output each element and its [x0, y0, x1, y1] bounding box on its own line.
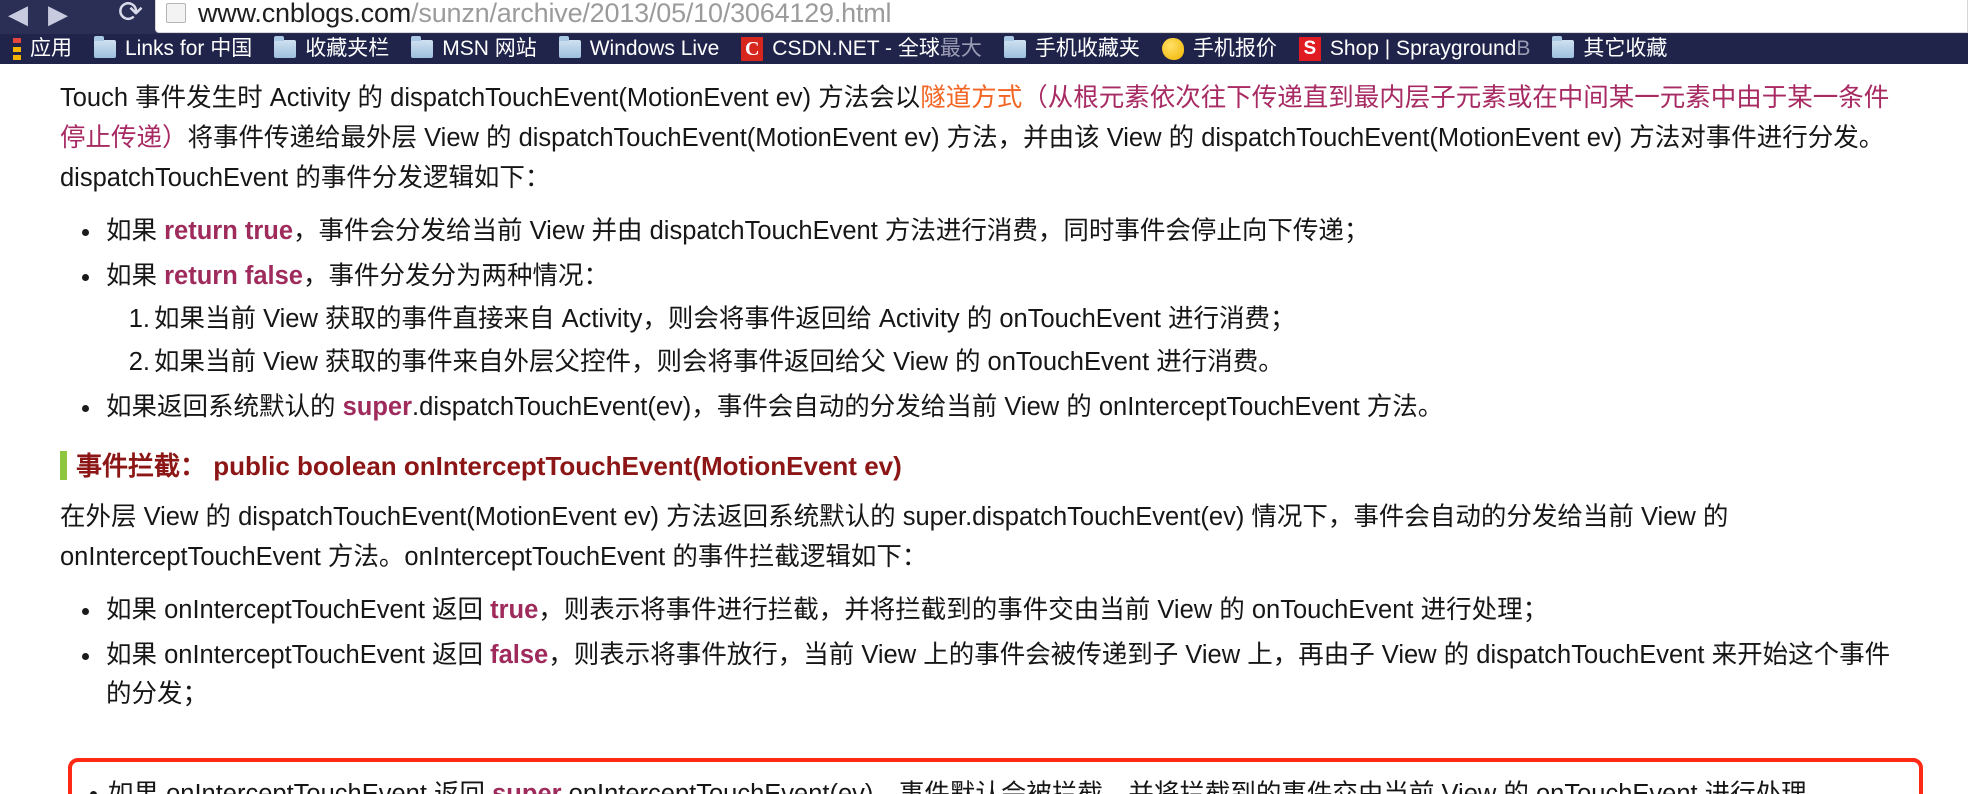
bookmark-other-favorites[interactable]: 其它收藏: [1541, 34, 1678, 64]
bookmark-label: MSN 网站: [442, 37, 537, 60]
bookmark-links-for-china[interactable]: Links for 中国: [83, 34, 263, 64]
bookmark-label-main: CSDN.NET - 全球: [772, 37, 940, 60]
list-item: 如果返回系统默认的 super.dispatchTouchEvent(ev)，事…: [82, 388, 1910, 427]
page-info-icon[interactable]: [166, 3, 186, 23]
li-prefix: 如果返回系统默认的: [106, 393, 343, 421]
para1-segment-1: Touch 事件发生时 Activity 的 dispatchTouchEven…: [60, 84, 921, 112]
folder-icon: [1552, 36, 1575, 58]
li-prefix: 如果: [106, 262, 165, 290]
url-host: www.cnblogs.com: [198, 0, 412, 28]
omnibox-row: ◀ ▶ ⟳ www.cnblogs.com/sunzn/archive/2013…: [0, 0, 1968, 33]
intercept-rules-list: 如果 onInterceptTouchEvent 返回 true，则表示将事件进…: [60, 591, 1910, 714]
hb-prefix: 如果 onInterceptTouchEvent 返回: [108, 780, 493, 794]
li-suffix: ，事件分发分为两种情况：: [302, 262, 609, 290]
shop-icon: S: [1298, 37, 1321, 61]
list-item: 如果 return false，事件分发分为两种情况： 如果当前 View 获取…: [82, 257, 1910, 382]
dispatch-rules-list: 如果 return true，事件会分发给当前 View 并由 dispatch…: [60, 212, 1910, 427]
bookmark-windows-live[interactable]: Windows Live: [548, 34, 731, 64]
bookmark-label: 其它收藏: [1583, 37, 1668, 60]
forward-arrow-icon[interactable]: ▶: [48, 2, 68, 28]
list-item: 如果 return true，事件会分发给当前 View 并由 dispatch…: [82, 212, 1910, 251]
return-false-sublist: 如果当前 View 获取的事件直接来自 Activity，则会将事件返回给 Ac…: [106, 300, 1910, 382]
bookmark-label-dim: B: [1516, 37, 1531, 60]
bookmark-label: Windows Live: [589, 37, 720, 60]
folder-icon: [558, 36, 581, 58]
article-viewport: Touch 事件发生时 Activity 的 dispatchTouchEven…: [0, 64, 1968, 794]
back-arrow-icon[interactable]: ◀: [8, 2, 28, 28]
li-suffix: .dispatchTouchEvent(ev)，事件会自动的分发给当前 View…: [412, 393, 1444, 421]
sohu-icon: [1161, 38, 1184, 60]
li-prefix: 如果 onInterceptTouchEvent 返回: [106, 596, 491, 624]
apps-grid-icon: [13, 38, 21, 60]
bookmark-sprayground[interactable]: S Shop | SpraygroundB: [1288, 34, 1541, 64]
paragraph-intercept-intro: 在外层 View 的 dispatchTouchEvent(MotionEven…: [60, 503, 1729, 571]
address-bar[interactable]: www.cnblogs.com/sunzn/archive/2013/05/10…: [155, 0, 1968, 33]
reload-icon[interactable]: ⟳: [118, 0, 143, 28]
li-prefix: 如果 onInterceptTouchEvent 返回: [106, 641, 491, 669]
bookmark-label-main: Shop | Sprayground: [1329, 37, 1517, 60]
para1-tunnel-keyword: 隧道方式: [920, 84, 1023, 112]
folder-icon: [274, 36, 297, 58]
li-keyword: false: [490, 641, 549, 669]
hb-keyword: super: [492, 780, 562, 794]
list-item: 如果当前 View 获取的事件来自外层父控件，则会将事件返回给父 View 的 …: [120, 343, 1284, 382]
bookmark-label: CSDN.NET - 全球最大: [772, 37, 982, 61]
folder-icon: [1003, 36, 1026, 58]
list-item: 如果当前 View 获取的事件直接来自 Activity，则会将事件返回给 Ac…: [120, 300, 1296, 339]
li-suffix: ，事件会分发给当前 View 并由 dispatchTouchEvent 方法进…: [293, 217, 1370, 245]
bookmark-label-dim: 最大: [939, 37, 982, 60]
bookmark-label: Shop | SpraygroundB: [1330, 37, 1530, 61]
highlighted-list-item: 如果 onInterceptTouchEvent 返回 super.onInte…: [108, 774, 1832, 794]
bookmark-apps[interactable]: 应用: [0, 34, 83, 64]
li-suffix: ，则表示将事件进行拦截，并将拦截到的事件交由当前 View 的 onTouchE…: [538, 596, 1549, 624]
address-bar-url: www.cnblogs.com/sunzn/archive/2013/05/10…: [198, 0, 892, 28]
list-item: 如果 onInterceptTouchEvent 返回 false，则表示将事件…: [82, 636, 1910, 714]
csdn-icon: C: [741, 37, 764, 61]
article-body: Touch 事件发生时 Activity 的 dispatchTouchEven…: [60, 78, 1910, 720]
li-prefix: 如果: [106, 217, 165, 245]
bookmark-csdn[interactable]: C CSDN.NET - 全球最大: [730, 34, 993, 64]
bookmarks-bar: 应用 Links for 中国 收藏夹栏 MSN 网站 Windows Live…: [0, 34, 1968, 64]
bookmark-mobile-favorites[interactable]: 手机收藏夹: [993, 34, 1151, 64]
paragraph-dispatch-intro: Touch 事件发生时 Activity 的 dispatchTouchEven…: [60, 78, 1910, 198]
li-keyword: return false: [164, 262, 303, 290]
bookmark-label: Links for 中国: [125, 37, 253, 60]
folder-icon: [94, 36, 116, 58]
li-keyword: super: [342, 393, 413, 421]
bookmark-label: 手机收藏夹: [1034, 37, 1140, 60]
bookmark-mobile-price[interactable]: 手机报价: [1151, 34, 1288, 64]
li-keyword: return true: [164, 217, 294, 245]
bookmark-label: 手机报价: [1192, 37, 1277, 60]
bookmark-label: 收藏夹栏: [305, 37, 390, 60]
browser-chrome: ◀ ▶ ⟳ www.cnblogs.com/sunzn/archive/2013…: [0, 0, 1968, 64]
highlight-annotation-box: 如果 onInterceptTouchEvent 返回 super.onInte…: [68, 758, 1923, 794]
li-keyword: true: [490, 596, 539, 624]
list-item: 如果 onInterceptTouchEvent 返回 true，则表示将事件进…: [82, 591, 1910, 630]
para1-segment-4: 将事件传递给最外层 View 的 dispatchTouchEvent(Moti…: [60, 124, 1885, 192]
folder-icon: [411, 36, 434, 58]
bookmark-favorites-bar[interactable]: 收藏夹栏: [263, 34, 400, 64]
url-path: /sunzn/archive/2013/05/10/3064129.html: [411, 0, 892, 28]
section-heading-intercept: 事件拦截： public boolean onInterceptTouchEve…: [60, 449, 1910, 483]
hb-suffix: .onInterceptTouchEvent(ev)，事件默认会被拦截，并将拦截…: [561, 780, 1833, 794]
section-heading-text: 事件拦截： public boolean onInterceptTouchEve…: [76, 451, 902, 481]
bookmark-msn[interactable]: MSN 网站: [400, 34, 548, 64]
bookmark-label: 应用: [30, 37, 72, 60]
